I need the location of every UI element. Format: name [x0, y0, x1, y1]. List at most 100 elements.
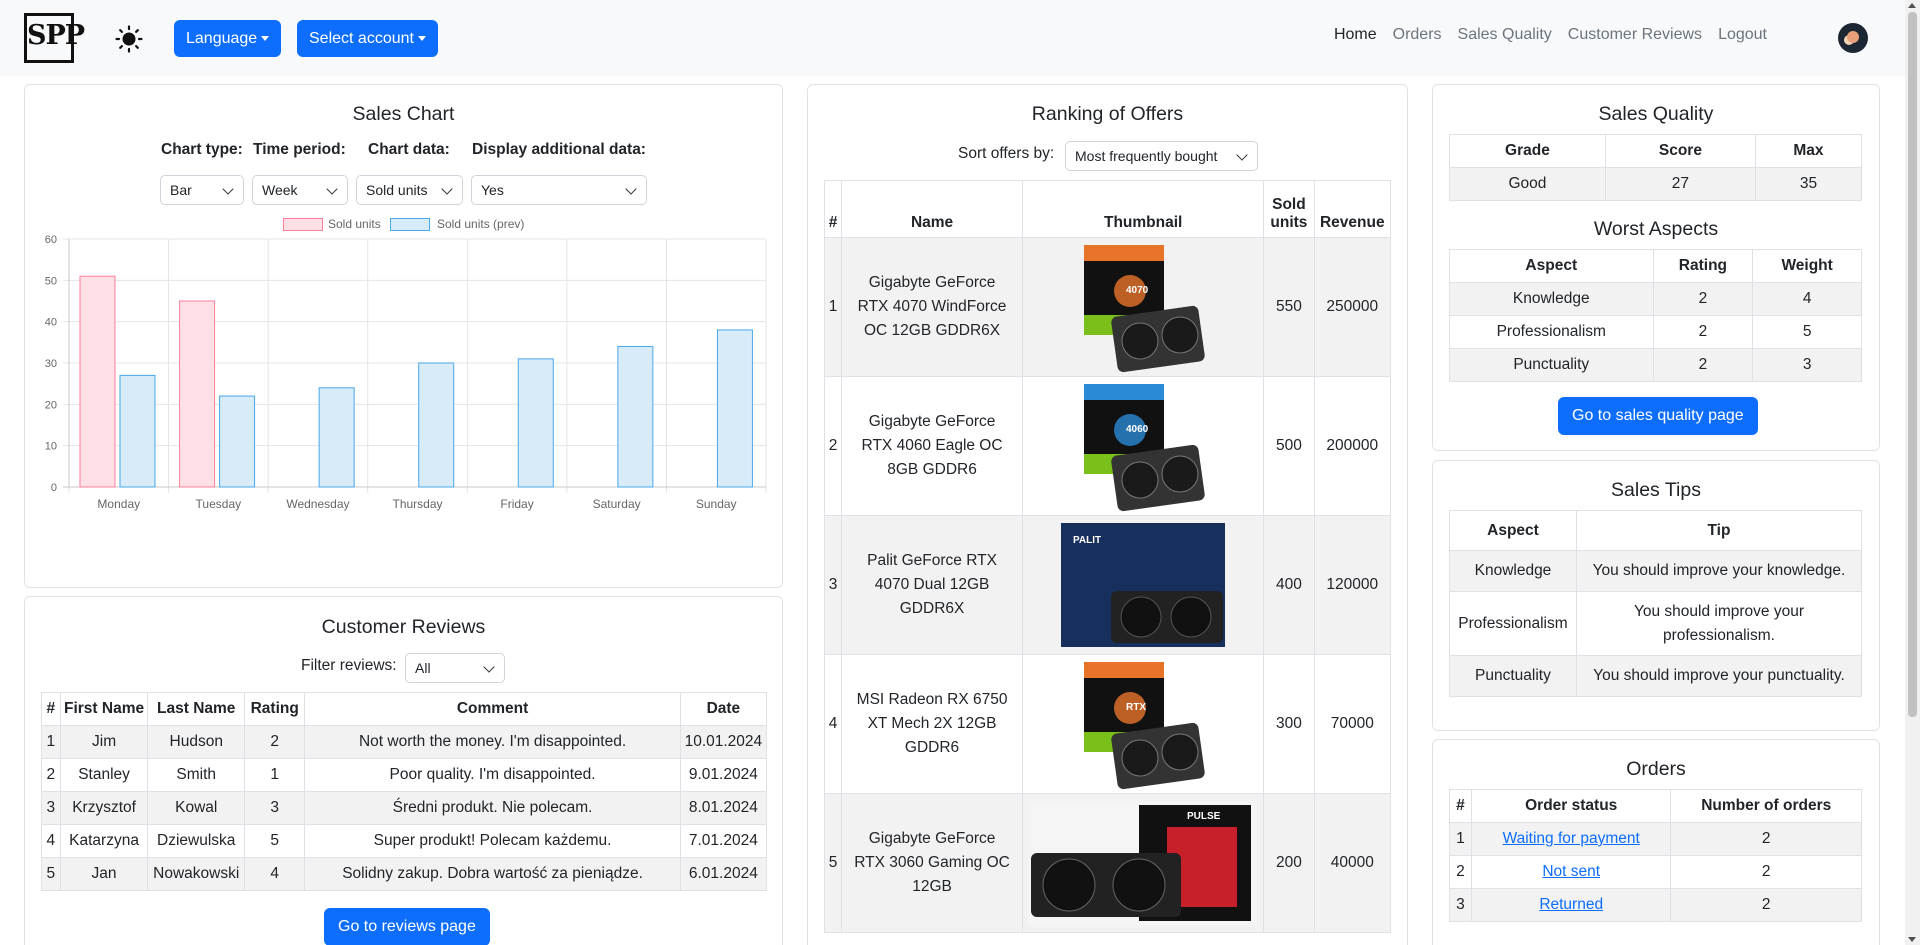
worst-aspect-cell: 3 [1752, 348, 1862, 382]
offer-sold-units: 300 [1263, 654, 1315, 794]
y-tick-label: 50 [45, 275, 57, 287]
offer-row[interactable]: 5 Gigabyte GeForce RTX 3060 Gaming OC 12G… [823, 793, 1392, 933]
avatar[interactable] [1838, 23, 1868, 53]
offer-name: Gigabyte GeForce RTX 4070 WindForce OC 1… [841, 237, 1024, 377]
offer-row[interactable]: 1 Gigabyte GeForce RTX 4070 WindForce OC … [823, 237, 1392, 377]
offer-thumbnail[interactable]: PALIT [1022, 515, 1265, 655]
review-cell: 8.01.2024 [679, 791, 768, 825]
nav-orders[interactable]: Orders [1393, 26, 1442, 44]
order-count: 2 [1670, 822, 1862, 856]
offer-row[interactable]: 3 Palit GeForce RTX 4070 Dual 12GB GDDR6X… [823, 515, 1392, 655]
offer-thumbnail[interactable]: 4060 [1022, 376, 1265, 516]
review-cell: 1 [244, 758, 306, 792]
scrollbar-thumb[interactable] [1908, 12, 1917, 717]
order-status-row: 3 Returned 2 [1449, 888, 1862, 922]
review-cell: 5 [41, 857, 61, 891]
chevron-down-icon [483, 661, 495, 673]
sales-quality-col-header: Grade [1449, 134, 1606, 168]
orders-title: Orders [1626, 758, 1686, 780]
offer-rank: 1 [823, 237, 843, 377]
bar-sold-units-prev [119, 374, 156, 488]
worst-aspect-cell: 5 [1752, 315, 1862, 349]
ranking-table: # Name Thumbnail Sold units Revenue 1 Gigabyte… [823, 180, 1392, 933]
go-to-sales-quality-button[interactable]: Go to sales quality page [1558, 397, 1758, 435]
y-tick-label: 30 [45, 358, 57, 370]
gpu-product-image: RTX [1084, 662, 1205, 790]
order-count: 2 [1670, 855, 1862, 889]
review-cell: Kowal [147, 791, 246, 825]
review-cell: Hudson [147, 725, 246, 759]
review-cell: 9.01.2024 [679, 758, 768, 792]
chart-type-select[interactable]: Bar [160, 175, 244, 205]
offer-name: Gigabyte GeForce RTX 3060 Gaming OC 12GB [841, 793, 1024, 933]
time-period-select[interactable]: Week [252, 175, 348, 205]
sales-chart-title: Sales Chart [352, 103, 455, 125]
offer-sold-units: 400 [1263, 515, 1315, 655]
select-account-dropdown-button[interactable]: Select account [297, 20, 438, 57]
order-index: 2 [1449, 855, 1472, 889]
reviews-header-row: # First Name Last Name Rating Comment Date [41, 692, 768, 726]
logo[interactable]: SPP [24, 13, 85, 63]
offer-row[interactable]: 4 MSI Radeon RX 6750 XT Mech 2X 12GB GDDR… [823, 654, 1392, 794]
sales-quality-cell: 35 [1754, 167, 1863, 201]
legend-label-sold-units-prev[interactable]: Sold units (prev) [437, 217, 524, 231]
orders-header-row: # Order status Number of orders [1449, 789, 1862, 823]
y-tick-label: 60 [45, 234, 57, 246]
scroll-down-arrow-icon[interactable] [1908, 937, 1916, 942]
nav-sales-quality[interactable]: Sales Quality [1458, 26, 1552, 44]
scrollbar[interactable] [1905, 0, 1920, 945]
chart-data-select[interactable]: Sold units [356, 175, 463, 205]
orders-col-header: Order status [1470, 789, 1672, 823]
ranking-col-header: Sold units [1263, 180, 1315, 238]
sales-tips-card: Sales Tips Aspect Tip Knowledge You should … [1432, 460, 1880, 731]
offer-thumbnail[interactable]: PULSE [1022, 793, 1265, 933]
offer-sold-units: 500 [1263, 376, 1315, 516]
legend-label-sold-units[interactable]: Sold units [328, 217, 381, 231]
order-status-link[interactable]: Waiting for payment [1503, 830, 1640, 847]
review-cell: 3 [244, 791, 306, 825]
y-tick-label: 20 [45, 399, 57, 411]
sales-quality-col-header: Score [1604, 134, 1756, 168]
offer-rank: 3 [823, 515, 843, 655]
sales-tip-cell: You should improve your professionalism. [1575, 591, 1863, 656]
sales-tips-col-header: Aspect [1449, 510, 1577, 551]
sales-tip-cell: You should improve your punctuality. [1575, 655, 1863, 697]
sales-bar-chart[interactable]: 0 10 20 30 40 50 60 Monday Tuesday Wednesday Thurs… [25, 230, 784, 530]
x-tick-label: Saturday [593, 497, 641, 511]
reviews-col-header: Comment [304, 692, 681, 726]
language-dropdown-button[interactable]: Language [174, 20, 282, 57]
time-period-label: Time period: [253, 141, 346, 158]
sales-tip-row: Knowledge You should improve your knowled… [1449, 550, 1863, 592]
ranking-title: Ranking of Offers [1031, 103, 1184, 125]
offer-revenue: 250000 [1313, 237, 1392, 377]
offer-thumbnail[interactable]: 4070 [1022, 237, 1265, 377]
offer-thumbnail[interactable]: RTX [1022, 654, 1265, 794]
sort-offers-select[interactable]: Most frequently bought [1065, 141, 1258, 171]
go-to-reviews-button[interactable]: Go to reviews page [324, 908, 490, 945]
additional-data-select[interactable]: Yes [471, 175, 647, 205]
reviews-col-header: Rating [244, 692, 306, 726]
order-status-link[interactable]: Returned [1539, 896, 1603, 913]
ranking-col-header: Thumbnail [1022, 180, 1265, 238]
review-cell: 6.01.2024 [679, 857, 768, 891]
ranking-card: Ranking of Offers Sort offers by: Most f… [807, 84, 1408, 945]
worst-aspects-header-row: Aspect Rating Weight [1449, 249, 1862, 283]
offer-row[interactable]: 2 Gigabyte GeForce RTX 4060 Eagle OC 8GB … [823, 376, 1392, 516]
navbar: SPP Language Select account Home Orders … [0, 0, 1905, 76]
review-cell: 3 [41, 791, 61, 825]
nav-logout[interactable]: Logout [1718, 26, 1767, 44]
review-cell: 1 [41, 725, 61, 759]
sun-icon[interactable] [115, 25, 143, 53]
sales-tips-table: Aspect Tip Knowledge You should improve you… [1449, 510, 1863, 697]
review-row: 1 Jim Hudson 2 Not worth the money. I'm disa… [41, 725, 768, 759]
filter-reviews-select[interactable]: All [405, 653, 505, 683]
review-cell: Stanley [59, 758, 149, 792]
review-cell: Nowakowski [147, 857, 246, 891]
order-status-row: 2 Not sent 2 [1449, 855, 1862, 889]
nav-customer-reviews[interactable]: Customer Reviews [1568, 26, 1702, 44]
order-status-link[interactable]: Not sent [1542, 863, 1600, 880]
svg-text:4060: 4060 [1126, 424, 1149, 435]
nav-home[interactable]: Home [1334, 26, 1377, 44]
scroll-up-arrow-icon[interactable] [1908, 3, 1916, 8]
review-row: 2 Stanley Smith 1 Poor quality. I'm disappoi… [41, 758, 768, 792]
